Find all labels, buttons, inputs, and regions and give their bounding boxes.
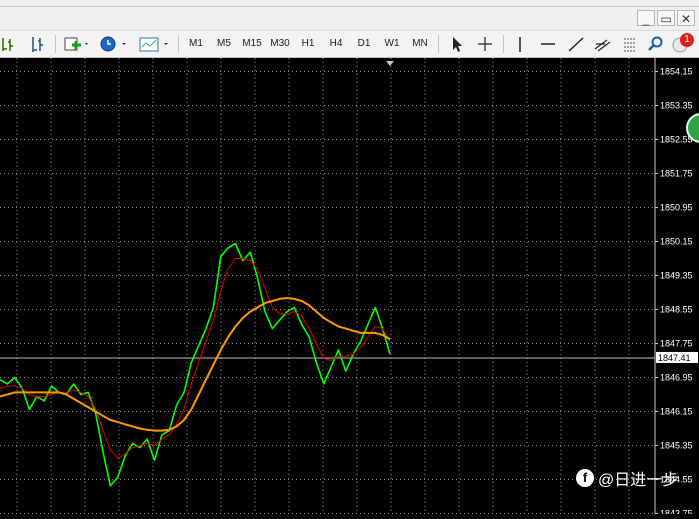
price-axis-label: 1851.75 [660,169,693,179]
toolbar: M1 M5 M15 M30 H1 H4 D1 W1 MN 1 [0,30,699,58]
timeframe-h1[interactable]: H1 [295,34,321,54]
timeframe-m15[interactable]: M15 [239,34,265,54]
toolbar-separator [178,35,179,53]
toolbar-separator [438,35,439,53]
title-divider [0,6,699,7]
chart-shift-marker[interactable] [386,61,394,66]
toolbar-separator [55,35,56,53]
window-title-area: _ ▭ ✕ [0,0,699,30]
price-axis-label: 1846.15 [660,407,693,417]
trendline-icon[interactable] [565,34,587,54]
fibonacci-icon[interactable] [620,34,642,54]
timeframe-w1[interactable]: W1 [379,34,405,54]
timeframe-m5[interactable]: M5 [211,34,237,54]
channel-icon[interactable] [592,34,616,54]
current-price-value: 1847.41 [658,353,691,363]
indicators-icon[interactable] [138,34,172,54]
price-series-line [0,242,391,487]
new-chart-icon[interactable] [62,34,90,54]
crosshair-icon[interactable] [474,34,496,54]
price-axis-label: 1849.35 [660,271,693,281]
toolbar-separator [503,35,504,53]
clock-icon[interactable] [98,34,130,54]
timeframe-d1[interactable]: D1 [351,34,377,54]
bar-chart-icon[interactable] [0,34,18,54]
cursor-arrow-icon[interactable] [446,34,466,54]
notification-badge: 1 [680,33,694,47]
chart-canvas: 1854.151853.351852.551851.751850.951850.… [0,58,698,519]
close-button[interactable]: ✕ [677,10,695,26]
price-chart[interactable]: 1854.15 1853.35 1852.55 1851.75 1850.95 1850.… [0,58,699,519]
price-axis-label: 1846.95 [660,373,693,383]
facebook-icon: f [576,469,594,487]
price-axis-label: 1854.15 [660,67,693,77]
restore-button[interactable]: ▭ [657,10,675,26]
price-axis-label: 1850.95 [660,203,693,213]
timeframe-mn[interactable]: MN [407,34,433,54]
vertical-line-icon[interactable] [510,34,530,54]
candlestick-icon[interactable] [28,34,48,54]
watermark: f @日进一步 [576,466,678,490]
horizontal-line-icon[interactable] [537,34,559,54]
current-price-label: 1847.41 [656,351,698,363]
minimize-button[interactable]: _ [637,10,655,26]
price-axis-label: 1847.75 [660,339,693,349]
price-axis-label: 1853.35 [660,101,693,111]
price-axis-label: 1845.35 [660,441,693,451]
timeframe-m1[interactable]: M1 [183,34,209,54]
timeframe-h4[interactable]: H4 [323,34,349,54]
price-axis-label: 1848.55 [660,305,693,315]
timeframe-m30[interactable]: M30 [267,34,293,54]
price-axis-label: 1850.15 [660,237,693,247]
notifications-icon[interactable]: 1 [670,33,699,54]
price-axis-label: 1843.75 [660,509,693,515]
search-icon[interactable] [645,34,667,54]
watermark-text: @日进一步 [598,472,679,489]
